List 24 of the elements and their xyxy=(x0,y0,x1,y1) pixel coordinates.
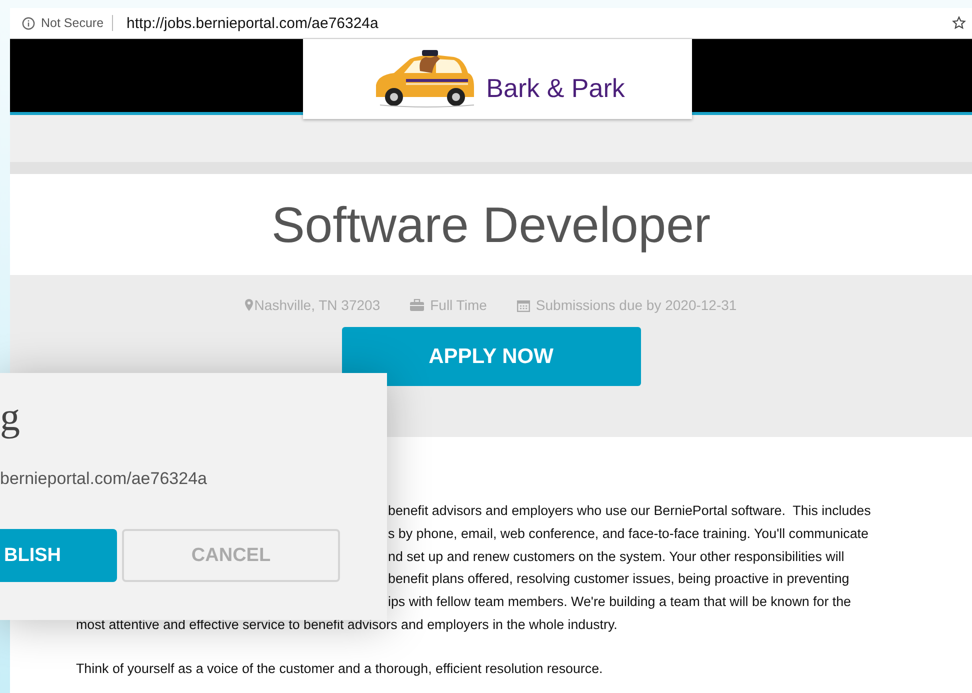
security-label: Not Secure xyxy=(41,16,104,30)
description-line: most attentive and effective service to benefit advisors and employers in the whole industry. xyxy=(76,616,618,634)
description-line: ips with fellow team members. We're building a team that will be known for the xyxy=(388,593,852,612)
job-type-text: Full Time xyxy=(430,297,487,313)
job-location-text: Nashville, TN 37203 xyxy=(254,297,380,313)
url-text: http://jobs.bernieportal.com/ae76324a xyxy=(126,14,378,32)
job-title: Software Developer xyxy=(271,196,711,254)
calendar-icon xyxy=(516,298,530,312)
logo-text: Bark & Park xyxy=(486,72,625,104)
cancel-button[interactable]: CANCEL xyxy=(122,529,340,582)
job-deadline-text: Submissions due by 2020-12-31 xyxy=(536,297,737,313)
dialog-title: g xyxy=(0,393,20,440)
description-line: benefit plans offered, resolving customer issues, being proactive in preventing xyxy=(388,570,850,588)
description-line: Think of yourself as a voice of the customer and a thorough, efficient resolution resource. xyxy=(76,660,604,678)
map-pin-icon xyxy=(245,299,254,311)
description-line: s by phone, email, web conference, and face-to-face training. You'll communicate xyxy=(388,524,870,543)
briefcase-icon xyxy=(410,299,424,311)
publish-button[interactable]: BLISH xyxy=(0,529,117,582)
description-line: benefit advisors and employers who use our BerniePortal software. This includes xyxy=(388,502,872,520)
dialog-url-text: bernieportal.com/ae76324a xyxy=(0,469,207,489)
bookmark-star-icon[interactable] xyxy=(952,16,966,30)
info-icon[interactable] xyxy=(22,16,35,30)
description-line: nd set up and renew customers on the system. Your other responsibilities will xyxy=(388,548,846,566)
apply-now-button[interactable]: APPLY NOW xyxy=(342,327,640,386)
